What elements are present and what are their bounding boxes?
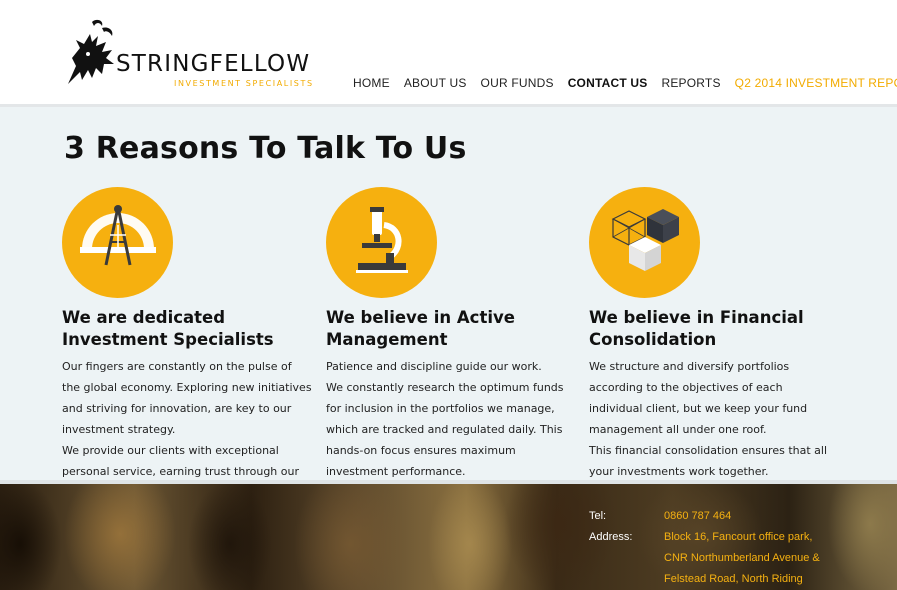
microscope-icon [326, 187, 437, 298]
reason-text: We structure and diversify portfolios ac… [589, 356, 839, 482]
tel-link[interactable]: 0860 787 464 [664, 506, 731, 527]
contact-details: Tel: 0860 787 464 Address: Block 16, Fan… [589, 506, 820, 590]
reason-text: Patience and discipline guide our work. … [326, 356, 576, 482]
section-title: 3 Reasons To Talk To Us [64, 131, 467, 166]
reason-paragraph: Patience and discipline guide our work. [326, 360, 542, 373]
cubes-icon [589, 187, 700, 298]
address-label: Address: [589, 531, 633, 543]
address-line: CNR Northumberland Avenue & [664, 552, 820, 564]
reason-heading: We are dedicated Investment Specialists [62, 308, 274, 349]
address-line: Felstead Road, North Riding [664, 573, 803, 585]
reason-card-specialists: We are dedicated Investment Specialists … [62, 187, 312, 503]
site-header: STRINGFELLOW INVESTMENT SPECIALISTS HOME… [0, 0, 897, 108]
reason-paragraph: We structure and diversify portfolios ac… [589, 360, 808, 436]
reason-heading: We believe in Active Management [326, 308, 515, 349]
reason-paragraph: Our fingers are constantly on the pulse … [62, 360, 312, 436]
tel-label: Tel: [589, 510, 607, 522]
site-footer: Tel: 0860 787 464 Address: Block 16, Fan… [0, 484, 897, 590]
brand-logo[interactable]: STRINGFELLOW INVESTMENT SPECIALISTS [62, 18, 312, 90]
bull-logo-icon [68, 19, 114, 84]
reason-card-active-management: We believe in Active Management Patience… [326, 187, 576, 482]
reason-heading: We believe in Financial Consolidation [589, 308, 804, 349]
reason-paragraph: We constantly research the optimum funds… [326, 381, 564, 478]
compass-protractor-icon [62, 187, 173, 298]
address-line: Block 16, Fancourt office park, [664, 531, 813, 543]
reason-paragraph: This financial consolidation ensures tha… [589, 444, 828, 478]
reasons-section: 3 Reasons To Talk To Us We are dedicated… [0, 107, 897, 499]
brand-tagline: INVESTMENT SPECIALISTS [174, 79, 314, 88]
brand-name: STRINGFELLOW [116, 51, 311, 77]
reason-card-consolidation: We believe in Financial Consolidation We… [589, 187, 839, 482]
